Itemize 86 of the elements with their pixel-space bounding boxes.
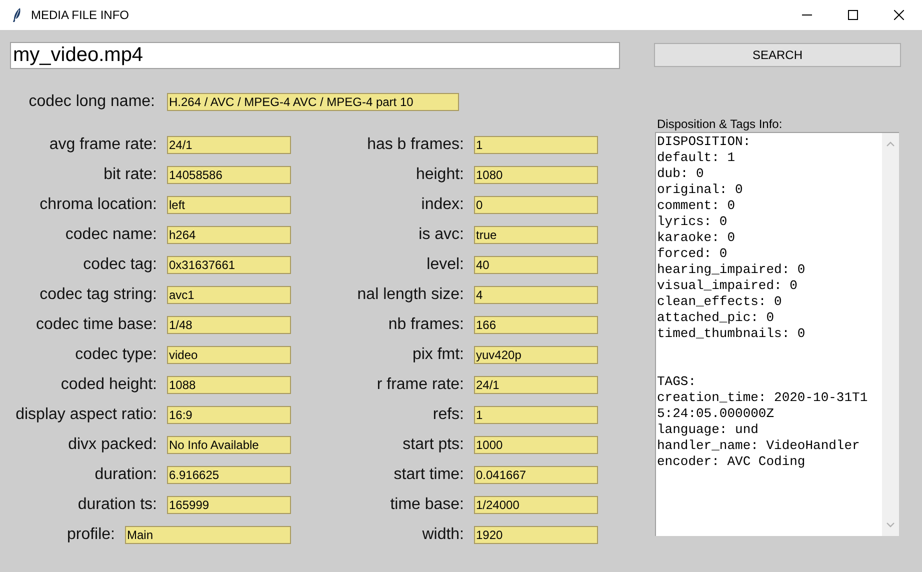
field-label: codec type: — [75, 346, 157, 364]
text-line: karaoke: 0 — [657, 230, 736, 246]
value-field: H.264 / AVC / MPEG-4 AVC / MPEG-4 part 10 — [167, 93, 459, 111]
value-field: 165999 — [167, 496, 291, 514]
field-label: pix fmt: — [412, 346, 464, 364]
field-label: codec time base: — [36, 316, 157, 334]
panel-label: Disposition & Tags Info: — [657, 116, 784, 132]
scroll-down-icon[interactable] — [886, 522, 895, 528]
value-field: 1920 — [474, 526, 598, 544]
text-line: comment: 0 — [657, 198, 736, 214]
text-line: DISPOSITION: — [657, 134, 752, 150]
value-field: video — [167, 346, 291, 364]
value-field: h264 — [167, 226, 291, 244]
field-label: profile: — [66, 526, 115, 544]
text-line: hearing_impaired: 0 — [657, 262, 806, 278]
value-field: 6.916625 — [167, 466, 291, 484]
maximize-icon — [848, 10, 858, 20]
value-field: 0 — [474, 196, 598, 214]
field-label: codec long name: — [28, 93, 155, 111]
field-label: duration: — [94, 466, 157, 484]
field-label: codec name: — [65, 226, 157, 244]
value-field: 40 — [474, 256, 598, 274]
text-line: timed_thumbnails: 0 — [657, 326, 806, 342]
field-label: duration ts: — [78, 496, 157, 514]
field-label: start time: — [394, 466, 464, 484]
value-field: 1/24000 — [474, 496, 598, 514]
text-line: visual_impaired: 0 — [657, 278, 798, 294]
file-name-field[interactable]: my_video.mp4 — [10, 42, 620, 68]
field-label: nb frames: — [388, 316, 464, 334]
feather-icon — [11, 7, 23, 23]
field-label: avg frame rate: — [49, 136, 157, 154]
value-field: 1/48 — [167, 316, 291, 334]
field-label: time base: — [390, 496, 464, 514]
value-field: 1000 — [474, 436, 598, 454]
value-field: 1088 — [167, 376, 291, 394]
text-line: language: und — [657, 422, 760, 438]
value-field: 166 — [474, 316, 598, 334]
text-line: forced: 0 — [657, 246, 728, 262]
close-icon — [894, 10, 904, 20]
scroll-up-icon[interactable] — [886, 141, 895, 147]
field-label: is avc: — [418, 226, 464, 244]
text-line: default: 1 — [657, 150, 736, 166]
field-label: start pts: — [402, 436, 464, 454]
field-label: r frame rate: — [376, 376, 464, 394]
field-label: width: — [422, 526, 464, 544]
value-field: yuv420p — [474, 346, 598, 364]
text-line: handler_name: VideoHandler — [657, 438, 861, 454]
value-field: 24/1 — [474, 376, 598, 394]
field-label: level: — [426, 256, 464, 274]
field-label: coded height: — [60, 376, 157, 394]
field-label: has b frames: — [367, 136, 464, 154]
text-line: attached_pic: 0 — [657, 310, 776, 326]
search-button[interactable]: SEARCH — [654, 43, 901, 67]
field-label: codec tag string: — [40, 286, 157, 304]
field-label: height: — [416, 166, 464, 184]
value-field: 14058586 — [167, 166, 291, 184]
value-field: true — [474, 226, 598, 244]
text-line: original: 0 — [657, 182, 744, 198]
text-line: dub: 0 — [657, 166, 705, 182]
text-line: encoder: AVC Coding — [657, 454, 806, 470]
field-label: display aspect ratio: — [16, 406, 157, 424]
value-field: 16:9 — [167, 406, 291, 424]
value-field: 0.041667 — [474, 466, 598, 484]
value-field: 1080 — [474, 166, 598, 184]
value-field: 24/1 — [167, 136, 291, 154]
value-field: avc1 — [167, 286, 291, 304]
value-field: Main — [125, 526, 291, 544]
value-field: 1 — [474, 406, 598, 424]
text-line: TAGS: — [657, 374, 698, 390]
field-label: bit rate: — [104, 166, 157, 184]
value-field: 1 — [474, 136, 598, 154]
info-text-area[interactable] — [655, 132, 899, 536]
value-field: 0x31637661 — [167, 256, 291, 274]
field-label: chroma location: — [40, 196, 157, 214]
field-label: nal length size: — [357, 286, 464, 304]
field-label: refs: — [432, 406, 464, 424]
text-line: lyrics: 0 — [657, 214, 728, 230]
field-label: codec tag: — [83, 256, 157, 274]
text-line: clean_effects: 0 — [657, 294, 783, 310]
field-label: index: — [421, 196, 464, 214]
value-field: 4 — [474, 286, 598, 304]
window-title: MEDIA FILE INFO — [31, 8, 130, 22]
value-field: No Info Available — [167, 436, 291, 454]
value-field: left — [167, 196, 291, 214]
scrollbar[interactable] — [882, 133, 899, 536]
field-label: divx packed: — [68, 436, 157, 454]
